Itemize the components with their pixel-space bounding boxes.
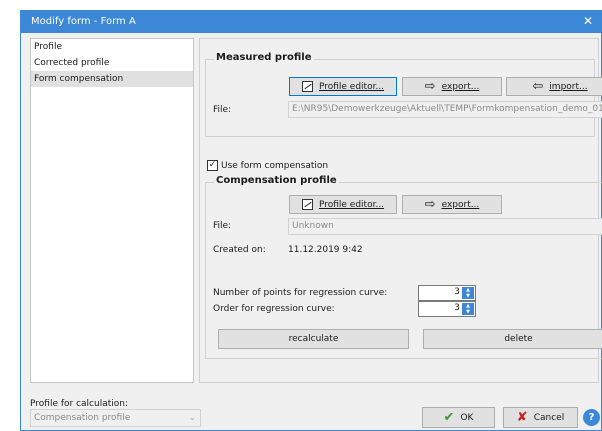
measured-import-label: import... [549, 81, 588, 92]
measured-export-label: export... [441, 81, 480, 92]
cancel-label: Cancel [533, 412, 565, 423]
measured-profile-editor-label: Profile editor... [318, 81, 385, 92]
profile-for-calculation-value: Compensation profile [34, 413, 131, 423]
regression-order-stepper[interactable]: 3 ▲ ▼ [418, 301, 476, 317]
chart-icon [301, 81, 313, 92]
created-on-value: 11.12.2019 9:42 [288, 245, 363, 255]
use-form-compensation-checkbox[interactable]: ✓ [207, 160, 218, 171]
compensation-profile-editor-label: Profile editor... [318, 199, 385, 210]
recalculate-button[interactable]: recalculate [218, 329, 409, 349]
measured-profile-group: Measured profile [205, 52, 595, 137]
main-panel: Measured profile Profile editor... ⇨ exp… [199, 38, 602, 383]
measured-import-button[interactable]: ⇦ import... [506, 77, 602, 96]
cancel-button[interactable]: ✘ Cancel [503, 407, 578, 428]
compensation-file-field: Unknown [288, 218, 602, 235]
chart-icon [301, 199, 313, 210]
import-arrow-icon: ⇦ [532, 79, 544, 94]
window-title: Modify form - Form A [31, 16, 136, 27]
profile-for-calculation-label: Profile for calculation: [30, 399, 128, 409]
export-arrow-icon: ⇨ [424, 79, 436, 94]
use-form-compensation-label[interactable]: Use form compensation [221, 161, 328, 171]
measured-export-button[interactable]: ⇨ export... [402, 77, 502, 96]
compensation-profile-title: Compensation profile [214, 175, 339, 186]
regression-points-value: 3 [454, 287, 460, 297]
delete-button[interactable]: delete [423, 329, 602, 349]
profile-for-calculation-select[interactable]: Compensation profile ⌄ [30, 409, 201, 427]
measured-file-label: File: [213, 105, 232, 115]
close-icon[interactable]: ✕ [583, 14, 593, 28]
dialog-window: Modify form - Form A ✕ Profile Corrected… [20, 10, 602, 431]
checkmark-icon: ✓ [208, 160, 217, 170]
compensation-export-label: export... [441, 199, 480, 210]
regression-order-value: 3 [454, 303, 460, 313]
sidebar-item-corrected-profile[interactable]: Corrected profile [31, 55, 193, 71]
regression-order-label: Order for regression curve: [213, 304, 335, 314]
regression-points-label: Number of points for regression curve: [213, 288, 388, 298]
cross-icon: ✘ [516, 410, 528, 425]
measured-profile-title: Measured profile [214, 52, 314, 63]
titlebar: Modify form - Form A ✕ [21, 11, 601, 33]
ok-label: OK [460, 412, 474, 423]
measured-profile-editor-button[interactable]: Profile editor... [289, 77, 397, 96]
compensation-file-label: File: [213, 221, 232, 231]
ok-button[interactable]: ✔ OK [422, 407, 495, 428]
sidebar: Profile Corrected profile Form compensat… [30, 38, 194, 383]
spin-arrows-icon[interactable]: ▲ ▼ [462, 287, 474, 299]
regression-points-stepper[interactable]: 3 ▲ ▼ [418, 285, 476, 301]
measured-file-field: E:\NR95\Demowerkzeuge\Aktuell\TEMP\Formk… [288, 101, 602, 118]
checkmark-icon: ✔ [443, 410, 455, 425]
chevron-down-icon: ⌄ [188, 413, 196, 423]
compensation-export-button[interactable]: ⇨ export... [402, 195, 502, 214]
spin-arrows-icon[interactable]: ▲ ▼ [462, 303, 474, 315]
compensation-profile-editor-button[interactable]: Profile editor... [289, 195, 397, 214]
sidebar-item-profile[interactable]: Profile [31, 39, 193, 55]
export-arrow-icon: ⇨ [424, 197, 436, 212]
help-icon[interactable]: ? [583, 409, 600, 426]
created-on-label: Created on: [213, 245, 266, 255]
sidebar-item-form-compensation[interactable]: Form compensation [31, 71, 193, 87]
